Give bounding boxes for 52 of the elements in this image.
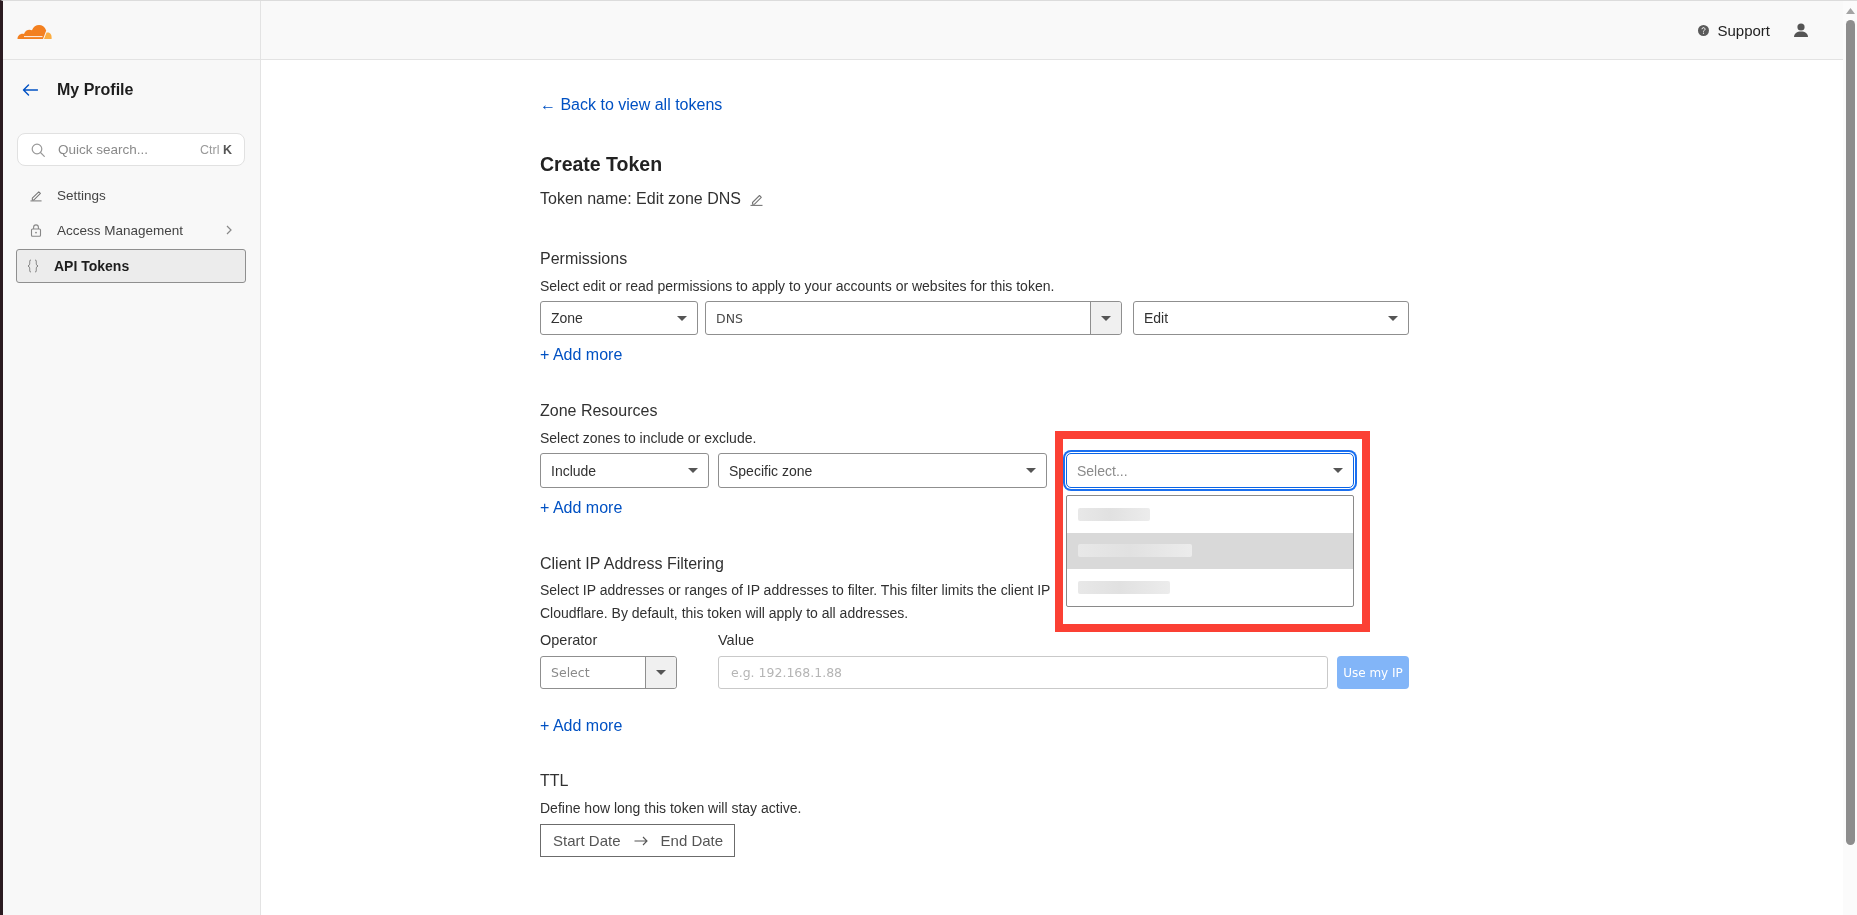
scrollbar[interactable]: [1843, 1, 1857, 915]
date-range-field[interactable]: Start Date End Date: [540, 824, 736, 857]
zone-scope-select[interactable]: Specific zone: [718, 453, 1047, 488]
add-more-link[interactable]: + Add more: [540, 498, 623, 518]
section-description: Select IP addresses or ranges of IP addresses to filter. This filter limits the client IP Cloudflare. By default, this token will apply to all addresses.: [540, 581, 1051, 623]
nav-item[interactable]: API Tokens: [16, 249, 246, 283]
scroll-up-arrow-icon[interactable]: [1845, 8, 1855, 14]
add-more-link[interactable]: + Add more: [540, 716, 623, 736]
section-heading: Zone Resources: [540, 401, 658, 421]
nav-item[interactable]: Access Management: [16, 214, 246, 246]
keyboard-shortcut: Ctrl K: [200, 142, 232, 157]
section-description: Select edit or read permissions to apply to your accounts or websites for this token.: [540, 277, 1055, 296]
resource-type-select[interactable]: Zone: [540, 301, 698, 335]
caret-down-icon: [1026, 468, 1036, 473]
search-bar[interactable]: Quick search... Ctrl K: [17, 133, 245, 166]
add-more-link[interactable]: + Add more: [540, 345, 623, 365]
caret-down-icon: [1101, 315, 1111, 321]
nav-item[interactable]: Settings: [16, 179, 246, 211]
section-heading: TTL: [540, 771, 569, 791]
ip-value-field[interactable]: e.g. 192.168.1.88: [718, 656, 1328, 689]
quick-search-field[interactable]: Quick search...: [58, 139, 201, 160]
back-arrow-icon[interactable]: [22, 84, 38, 96]
caret-down-icon: [1388, 315, 1398, 321]
caret-down-icon: [656, 670, 666, 675]
include-exclude-select[interactable]: Include: [540, 453, 709, 488]
zone-picker-select[interactable]: Select...: [1066, 453, 1354, 488]
support-link[interactable]: Support: [1698, 21, 1770, 39]
section-heading: Permissions: [540, 249, 628, 269]
braces-icon: [27, 259, 39, 273]
access-level-select[interactable]: Edit: [1133, 301, 1409, 335]
field-label: Value: [718, 631, 754, 650]
blurred-text-placeholder: [1078, 507, 1150, 521]
caret-down-icon: [1333, 468, 1343, 473]
pencil-icon: [30, 188, 42, 202]
arrow-right-icon: [633, 835, 648, 846]
lock-icon: [30, 223, 42, 237]
pencil-icon[interactable]: [750, 192, 763, 206]
field-label: Operator: [540, 631, 598, 650]
user-icon[interactable]: [1794, 23, 1808, 37]
help-icon: [1698, 24, 1710, 36]
page-title: Create Token: [540, 152, 663, 177]
section-description: Define how long this token will stay active.: [540, 799, 802, 818]
caret-down-icon: [677, 315, 687, 321]
caret-down-icon: [688, 468, 698, 473]
back-link[interactable]: ← Back to view all tokens: [540, 95, 723, 115]
permission-group-select[interactable]: DNS: [705, 301, 1122, 335]
sidebar-title: My Profile: [57, 81, 134, 99]
section-description: Select zones to include or exclude.: [540, 429, 757, 448]
section-heading: Client IP Address Filtering: [540, 554, 724, 574]
search-icon: [31, 142, 45, 157]
scrollbar-thumb[interactable]: [1845, 20, 1855, 845]
token-name-label: Token name: Edit zone DNS: [540, 189, 741, 209]
